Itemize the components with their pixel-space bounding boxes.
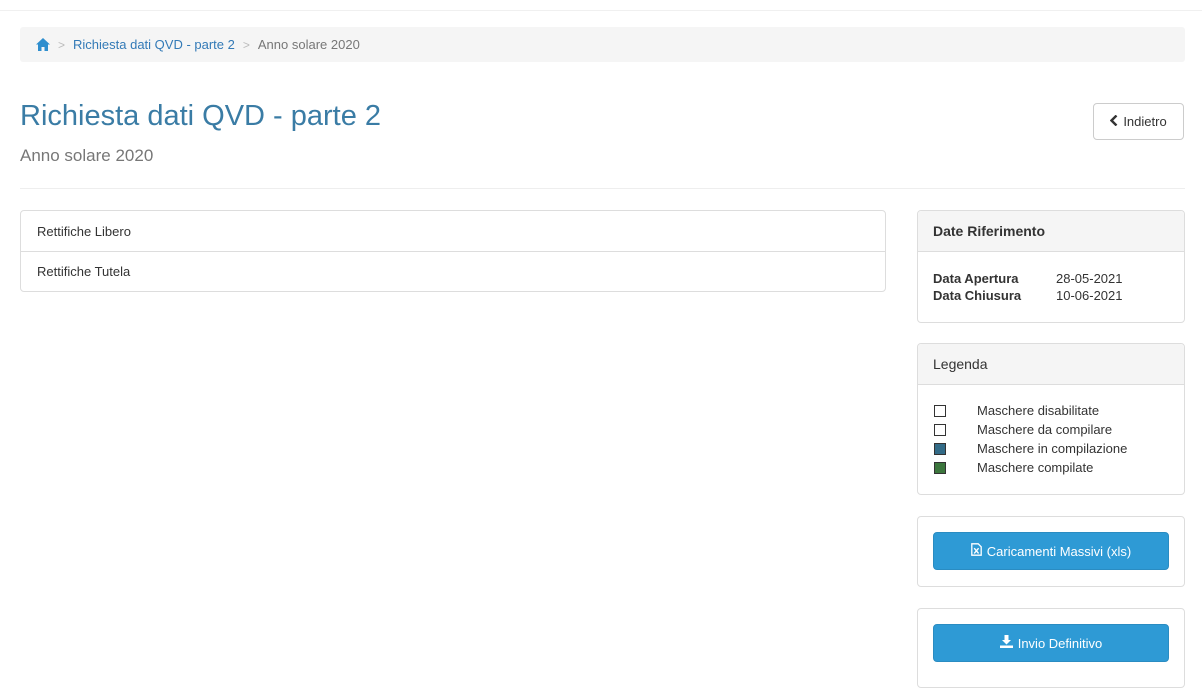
- list-item-rettifiche-tutela[interactable]: Rettifiche Tutela: [21, 251, 885, 291]
- legend-swatch: [934, 442, 946, 455]
- bulk-upload-panel: Caricamenti Massivi (xls): [917, 516, 1185, 587]
- breadcrumb-separator: >: [58, 37, 66, 52]
- back-button[interactable]: Indietro: [1093, 103, 1184, 140]
- legend-panel: Legenda Maschere disabilitate Maschere d…: [917, 343, 1185, 495]
- page-title: Richiesta dati QVD - parte 2: [20, 100, 382, 132]
- date-row-apertura: Data Apertura 28-05-2021: [933, 270, 1169, 287]
- download-icon: [999, 635, 1013, 651]
- breadcrumb-current: Anno solare 2020: [257, 37, 360, 52]
- legend-item-completed: Maschere compilate: [934, 458, 1184, 477]
- reference-dates-title: Date Riferimento: [918, 211, 1184, 252]
- date-row-chiusura: Data Chiusura 10-06-2021: [933, 287, 1169, 304]
- breadcrumb: > Richiesta dati QVD - parte 2 > Anno so…: [20, 27, 1185, 62]
- breadcrumb-link[interactable]: Richiesta dati QVD - parte 2: [73, 37, 235, 52]
- legend-swatch: [934, 423, 946, 436]
- submit-final-label: Invio Definitivo: [1017, 635, 1103, 651]
- legend-swatch: [934, 404, 946, 417]
- date-label: Data Chiusura: [933, 288, 1022, 303]
- legend-label: Maschere da compilare: [977, 422, 1113, 437]
- reference-dates-panel: Date Riferimento Data Apertura 28-05-202…: [917, 210, 1185, 323]
- page-subtitle: Anno solare 2020: [20, 146, 154, 165]
- header-divider: [20, 188, 1185, 189]
- list-item-rettifiche-libero[interactable]: Rettifiche Libero: [21, 211, 885, 251]
- legend-item-to-fill: Maschere da compilare: [934, 420, 1184, 439]
- legend-title: Legenda: [918, 344, 1184, 385]
- top-border: [0, 0, 1202, 11]
- legend-label: Maschere in compilazione: [977, 441, 1128, 456]
- list-item-label: Rettifiche Libero: [37, 223, 131, 239]
- back-button-label: Indietro: [1123, 114, 1167, 129]
- mask-list: Rettifiche Libero Rettifiche Tutela: [20, 210, 886, 292]
- bulk-upload-label: Caricamenti Massivi (xls): [986, 543, 1132, 559]
- submit-panel: Invio Definitivo: [917, 608, 1185, 688]
- legend-label: Maschere disabilitate: [977, 403, 1100, 418]
- date-label: Data Apertura: [933, 271, 1019, 286]
- submit-final-button[interactable]: Invio Definitivo: [933, 624, 1169, 662]
- chevron-left-icon: [1110, 114, 1118, 129]
- legend-item-in-progress: Maschere in compilazione: [934, 439, 1184, 458]
- legend-label: Maschere compilate: [977, 460, 1094, 475]
- bulk-upload-button[interactable]: Caricamenti Massivi (xls): [933, 532, 1169, 570]
- list-item-label: Rettifiche Tutela: [37, 264, 131, 279]
- file-excel-icon: [970, 543, 982, 559]
- date-value: 10-06-2021: [1056, 288, 1123, 303]
- legend-swatch: [934, 461, 946, 474]
- date-value: 28-05-2021: [1056, 271, 1123, 286]
- breadcrumb-separator: >: [242, 37, 250, 52]
- legend-item-disabled: Maschere disabilitate: [934, 401, 1184, 420]
- home-icon[interactable]: [36, 38, 50, 51]
